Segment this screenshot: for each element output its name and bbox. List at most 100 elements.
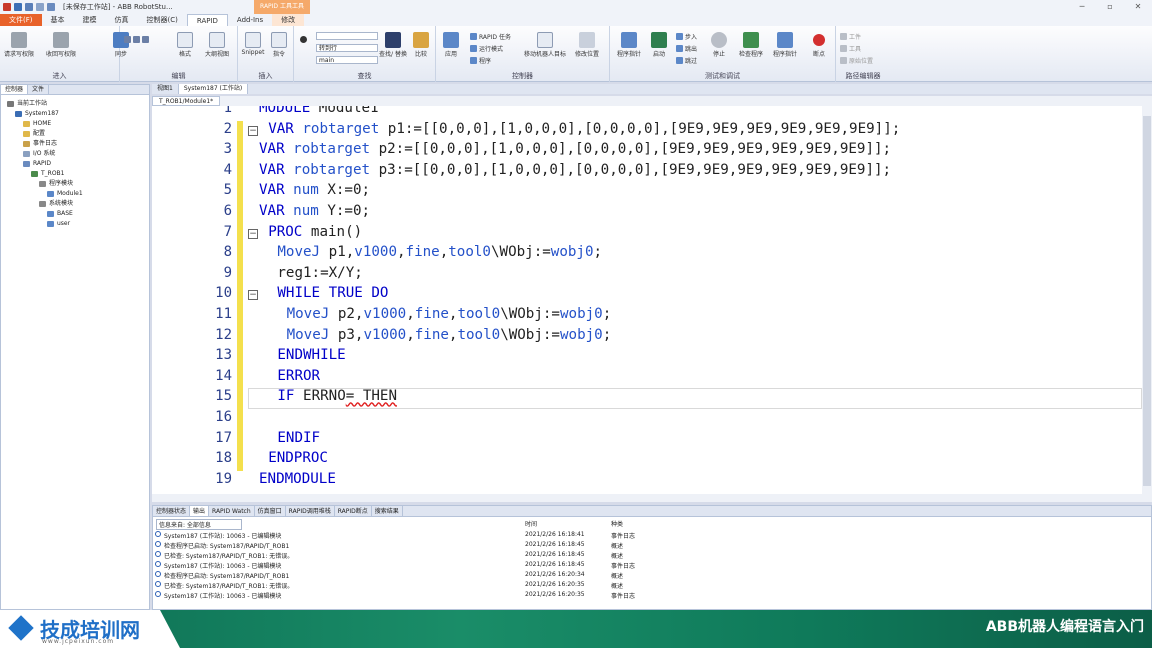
request-write-button[interactable]: 请求写权限 [4, 32, 34, 58]
code-line[interactable]: 5 VAR num X:=0; [152, 182, 1142, 203]
vertical-scrollbar[interactable] [1142, 106, 1152, 494]
minimize-button[interactable]: ─ [1068, 0, 1096, 14]
tab-controller-panel[interactable]: 控制器 [1, 85, 29, 94]
maximize-button[interactable]: ▫ [1096, 0, 1124, 14]
rapid-code-editor[interactable]: 1 MODULE Module1 2− VAR robtarget p1:=[[0,0… [152, 106, 1142, 494]
step-in-button[interactable]: 步入 [676, 32, 697, 41]
code-line[interactable]: 18 ENDPROC [152, 450, 1142, 471]
code-line[interactable]: 13 ENDWHILE [152, 347, 1142, 368]
code-line[interactable]: 2 − VAR robtarget p1:=[[0,0,0],[1,0,0,0],[… [152, 120, 1142, 142]
output-row[interactable]: System187 (工作站): 10063 - 已编辑模块 2021/2/26 … [153, 589, 1151, 600]
compare-button[interactable]: 比较 [406, 32, 436, 58]
tab-addins[interactable]: Add-Ins [228, 14, 272, 26]
save-icon[interactable] [14, 3, 22, 11]
code-line[interactable]: 3 VAR robtarget p2:=[[0,0,0],[1,0,0,0],[0… [152, 141, 1142, 162]
code-line[interactable]: 14 ERROR [152, 367, 1142, 389]
output-row[interactable]: System187 (工作站): 10063 - 已编辑模块 2021/2/26 … [153, 559, 1151, 570]
search-combo[interactable] [316, 32, 378, 40]
tab-file[interactable]: 文件(F) [0, 14, 42, 26]
code-line[interactable]: 8 MoveJ p1,v1000,fine,tool0\WObj:=wobj0; [152, 244, 1142, 265]
tree-node[interactable]: 程序模块 [1, 179, 149, 189]
tree-node[interactable]: T_ROB1 [1, 169, 149, 179]
output-tab[interactable]: RAPID断点 [335, 506, 372, 516]
format-button[interactable]: 格式 [170, 32, 200, 58]
outline-button[interactable]: 大纲视图 [202, 32, 232, 58]
tree-node[interactable]: System187 [1, 109, 149, 119]
output-tab[interactable]: RAPID Watch [209, 506, 255, 516]
tab-modeling[interactable]: 建模 [74, 14, 106, 26]
output-row[interactable]: 已检查: System187/RAPID/T_ROB1: 无错误。 2021/2/… [153, 549, 1151, 560]
output-tab[interactable]: 输出 [190, 506, 210, 516]
code-line[interactable]: 10 − WHILE TRUE DO [152, 285, 1142, 306]
code-line[interactable]: 11 MoveJ p2,v1000,fine,tool0\WObj:=wobj0; [152, 306, 1142, 327]
fold-toggle-icon[interactable]: − [248, 125, 258, 136]
scroll-thumb[interactable] [1143, 116, 1151, 486]
workpiece-button[interactable]: 工件 [840, 32, 861, 41]
tree-node[interactable]: 系统模块 [1, 199, 149, 209]
pp-task-button[interactable]: 程序指针 [614, 32, 644, 58]
output-tab[interactable]: 仿真窗口 [255, 506, 286, 516]
breakpoint-button[interactable]: 断点 [804, 32, 834, 58]
program-button[interactable]: 程序 [470, 56, 491, 65]
original-position-button[interactable]: 原始位置 [840, 56, 873, 65]
find-replace-button[interactable]: 查找/ 替换 [378, 32, 408, 58]
undo-icon[interactable] [25, 3, 33, 11]
instruction-button[interactable]: 指令 [264, 32, 294, 58]
tree-node[interactable]: RAPID [1, 159, 149, 169]
tree-node[interactable]: user [1, 219, 149, 229]
close-button[interactable]: ✕ [1124, 0, 1152, 14]
tool-button[interactable]: 工具 [840, 44, 861, 53]
code-line[interactable]: 12 MoveJ p3,v1000,fine,tool0\WObj:=wobj0; [152, 326, 1142, 348]
indent-icons[interactable] [124, 36, 149, 43]
tab-system187[interactable]: System187 (工作站) [178, 84, 249, 94]
tool-icon[interactable] [47, 3, 55, 11]
run-mode-button[interactable]: 运行模式 [470, 44, 503, 53]
tree-node[interactable]: 配置 [1, 129, 149, 139]
code-line[interactable]: 6 VAR num Y:=0; [152, 203, 1142, 224]
code-line[interactable]: 15 IF ERRNO= THEN [152, 388, 1142, 409]
tree-node[interactable]: BASE [1, 209, 149, 219]
tree-node[interactable]: I/O 系统 [1, 149, 149, 159]
code-line[interactable]: 4 VAR robtarget p3:=[[0,0,0],[1,0,0,0],[0… [152, 161, 1142, 183]
output-row[interactable]: 已检查: System187/RAPID/T_ROB1: 无错误。 2021/2/… [153, 579, 1151, 590]
stop-button[interactable]: 停止 [704, 32, 734, 58]
step-over-button[interactable]: 跳过 [676, 56, 697, 65]
start-button[interactable]: 启动 [644, 32, 674, 58]
tree-node[interactable]: 当前工作站 [1, 99, 149, 109]
nav-back-icon[interactable] [300, 36, 307, 43]
output-tab[interactable]: RAPID调用堆栈 [286, 506, 335, 516]
output-row[interactable]: 检查程序已启动: System187/RAPID/T_ROB1 2021/2/26… [153, 569, 1151, 580]
move-robot-button[interactable]: 移动机器人目标 [522, 32, 568, 58]
code-line[interactable]: 19 ENDMODULE [152, 471, 1142, 492]
code-line[interactable]: 7 − PROC main() [152, 223, 1142, 245]
output-row[interactable]: System187 (工作站): 10063 - 已编辑模块 2021/2/26 … [153, 529, 1151, 540]
check-program-button[interactable]: 检查程序 [736, 32, 766, 58]
modify-position-button[interactable]: 修改位置 [572, 32, 602, 58]
tab-simulation[interactable]: 仿真 [106, 14, 138, 26]
tab-view1[interactable]: 视图1 [152, 84, 179, 94]
tab-controller[interactable]: 控制器(C) [138, 14, 187, 26]
code-line[interactable]: 17 ENDIF [152, 429, 1142, 451]
code-line[interactable]: 1 MODULE Module1 [152, 106, 1142, 121]
tab-rapid[interactable]: RAPID [186, 14, 228, 26]
routine-select[interactable]: main [316, 56, 378, 64]
tab-module1[interactable]: T_ROB1/Module1* [152, 96, 221, 106]
release-write-button[interactable]: 收回写权限 [46, 32, 76, 58]
apply-button[interactable]: 应用 [436, 32, 466, 58]
horizontal-scrollbar[interactable] [152, 494, 1152, 502]
output-row[interactable]: 检查程序已启动: System187/RAPID/T_ROB1 2021/2/26… [153, 539, 1151, 550]
tab-basic[interactable]: 基本 [42, 14, 74, 26]
output-tab[interactable]: 搜索结果 [372, 506, 403, 516]
tree-node[interactable]: 事件日志 [1, 139, 149, 149]
code-line[interactable]: 16 [152, 409, 1142, 430]
tree-node[interactable]: Module1 [1, 189, 149, 199]
step-out-button[interactable]: 跳出 [676, 44, 697, 53]
goto-line-field[interactable]: 转到行 [316, 44, 378, 52]
output-tab[interactable]: 控制器状态 [153, 506, 191, 516]
fold-toggle-icon[interactable]: − [248, 228, 258, 239]
program-pointer-button[interactable]: 程序指针 [770, 32, 800, 58]
tab-files-panel[interactable]: 文件 [28, 85, 50, 94]
code-line[interactable]: 9 reg1:=X/Y; [152, 264, 1142, 286]
rapid-task-button[interactable]: RAPID 任务 [470, 32, 511, 41]
tab-modify[interactable]: 修改 [272, 14, 305, 26]
